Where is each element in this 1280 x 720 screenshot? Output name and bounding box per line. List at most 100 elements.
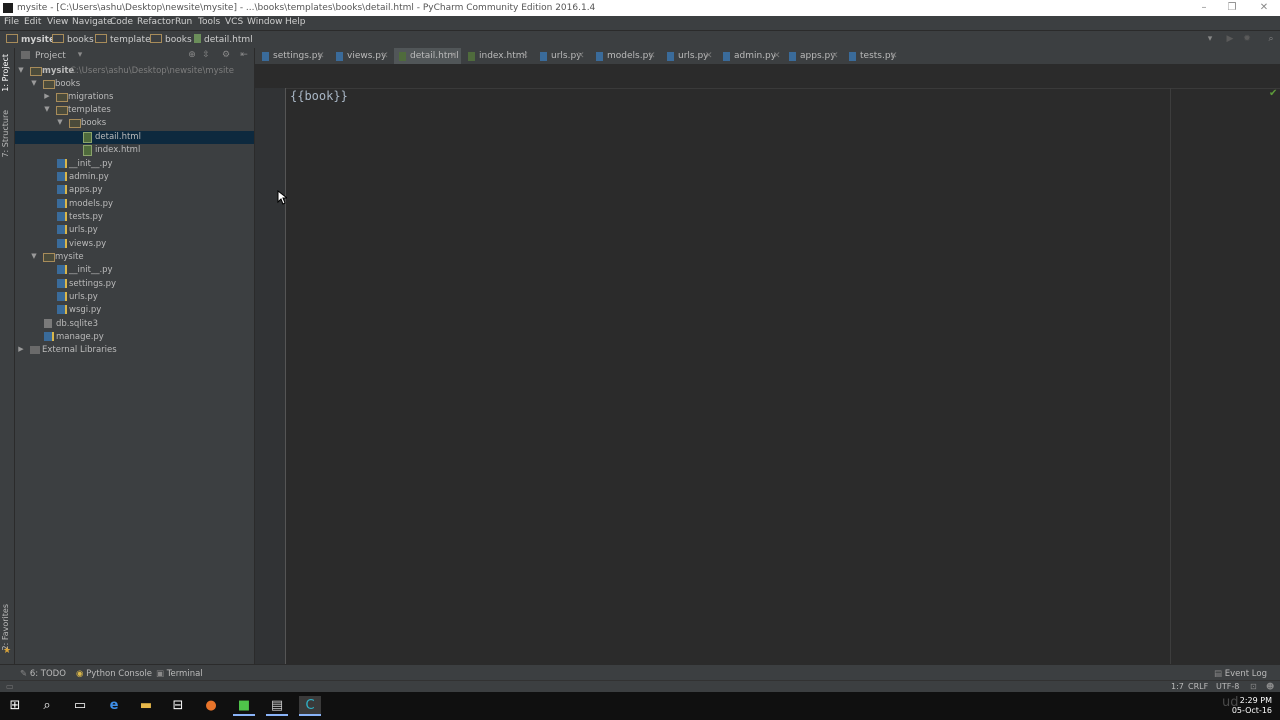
inspector-icon[interactable]: ☻ <box>1266 682 1274 691</box>
menu-help[interactable]: Help <box>285 17 306 27</box>
chevron-down-icon[interactable]: ▾ <box>75 50 85 60</box>
tree-item-apps-py[interactable]: apps.py <box>15 184 254 197</box>
file-encoding[interactable]: UTF-8 <box>1216 682 1239 691</box>
start-icon[interactable]: ⊞ <box>4 696 26 716</box>
menu-edit[interactable]: Edit <box>24 17 41 27</box>
tree-item-urls-py[interactable]: urls.py <box>15 291 254 304</box>
collapse-icon[interactable]: ⇳ <box>201 50 211 60</box>
run-icon[interactable]: ▶ <box>1224 34 1236 45</box>
edge-icon[interactable]: e <box>103 696 125 716</box>
firefox-icon[interactable]: ● <box>200 696 222 716</box>
todo-button[interactable]: ✎ 6: TODO <box>20 669 66 679</box>
menu-view[interactable]: View <box>47 17 68 27</box>
editor-gutter[interactable] <box>255 88 286 664</box>
tab-index-html[interactable]: index.html ✕ <box>463 48 533 64</box>
tab-detail-html[interactable]: detail.html ✕ <box>394 48 461 64</box>
tab-project[interactable]: 1: Project <box>1 54 10 92</box>
tree-item-mysite-package[interactable]: ▼ mysite <box>15 251 254 264</box>
close-tab-icon[interactable]: ✕ <box>381 51 389 61</box>
close-tab-icon[interactable]: ✕ <box>773 51 781 61</box>
task-view-icon[interactable]: ▭ <box>69 696 91 716</box>
tab-views-py[interactable]: views.py ✕ <box>331 48 393 64</box>
expanded-arrow-icon[interactable]: ▼ <box>30 252 38 260</box>
menu-window[interactable]: Window <box>247 17 283 27</box>
minimize-icon[interactable]: – <box>1198 2 1210 14</box>
tree-item-migrations[interactable]: ▶ migrations <box>15 91 254 104</box>
file-explorer-icon[interactable]: ▬ <box>135 696 157 716</box>
close-icon[interactable]: ✕ <box>1258 2 1270 14</box>
tree-item-settings-py[interactable]: settings.py <box>15 278 254 291</box>
expanded-arrow-icon[interactable]: ▼ <box>56 118 64 126</box>
tree-item-index-html[interactable]: index.html <box>15 144 254 157</box>
cmd-icon[interactable]: ▤ <box>266 696 288 716</box>
tab-urls-py-2[interactable]: urls.py ✕ <box>662 48 716 64</box>
search-icon[interactable]: ⌕ <box>36 696 58 716</box>
collapsed-arrow-icon[interactable]: ▶ <box>17 345 25 353</box>
code-line[interactable]: {{book}} <box>290 89 348 103</box>
tab-structure[interactable]: 7: Structure <box>1 110 10 158</box>
close-tab-icon[interactable]: ✕ <box>831 51 839 61</box>
tab-tests-py[interactable]: tests.py ✕ <box>844 48 902 64</box>
menu-tools[interactable]: Tools <box>198 17 220 27</box>
expanded-arrow-icon[interactable]: ▼ <box>43 105 51 113</box>
tree-item-urls-py[interactable]: urls.py <box>15 224 254 237</box>
breadcrumb-item[interactable]: books <box>150 34 192 45</box>
gear-icon[interactable]: ⚙ <box>221 50 231 60</box>
tree-item-admin-py[interactable]: admin.py <box>15 171 254 184</box>
menu-file[interactable]: File <box>4 17 19 27</box>
menu-run[interactable]: Run <box>175 17 192 27</box>
tool-windows-icon[interactable]: ▭ <box>6 682 14 691</box>
event-log-button[interactable]: ▤ Event Log <box>1214 669 1267 679</box>
menu-vcs[interactable]: VCS <box>225 17 243 27</box>
lock-icon[interactable]: ⊡ <box>1250 682 1257 691</box>
menu-refactor[interactable]: Refactor <box>137 17 175 27</box>
locate-icon[interactable]: ⊕ <box>187 50 197 60</box>
close-tab-icon[interactable]: ✕ <box>890 51 898 61</box>
tree-item-tests-py[interactable]: tests.py <box>15 211 254 224</box>
tree-item-detail-html[interactable]: detail.html <box>15 131 254 144</box>
restore-icon[interactable]: ❐ <box>1226 2 1238 14</box>
breadcrumb-item[interactable]: templates <box>95 34 155 45</box>
breadcrumb-item[interactable]: mysite <box>6 34 55 45</box>
close-tab-icon[interactable]: ✕ <box>577 51 585 61</box>
tree-item-books-templates[interactable]: ▼ books <box>15 117 254 130</box>
terminal-button[interactable]: ▣ Terminal <box>156 669 203 679</box>
pycharm-icon[interactable]: ■ <box>233 696 255 716</box>
debug-icon[interactable]: ✹ <box>1241 34 1253 45</box>
search-icon[interactable]: ⌕ <box>1265 34 1277 45</box>
collapsed-arrow-icon[interactable]: ▶ <box>43 92 51 100</box>
menu-code[interactable]: Code <box>110 17 133 27</box>
store-icon[interactable]: ⊟ <box>167 696 189 716</box>
app-icon[interactable]: C <box>299 696 321 716</box>
tree-item-wsgi-py[interactable]: wsgi.py <box>15 304 254 317</box>
tab-admin-py[interactable]: admin.py ✕ <box>718 48 782 64</box>
tree-item-mysite[interactable]: ▼ mysite C:\Users\ashu\Desktop\newsite\m… <box>15 65 254 78</box>
line-separator[interactable]: CRLF <box>1188 682 1208 691</box>
hide-icon[interactable]: ⇤ <box>239 50 249 60</box>
tree-item-init-py[interactable]: __init__.py <box>15 264 254 277</box>
menu-navigate[interactable]: Navigate <box>72 17 112 27</box>
expanded-arrow-icon[interactable]: ▼ <box>30 79 38 87</box>
tab-favorites[interactable]: 2: Favorites <box>1 604 10 650</box>
close-tab-icon[interactable]: ✕ <box>521 51 529 61</box>
close-tab-icon[interactable]: ✕ <box>450 51 458 61</box>
expanded-arrow-icon[interactable]: ▼ <box>17 66 25 74</box>
tree-item-books[interactable]: ▼ books <box>15 78 254 91</box>
tree-item-manage-py[interactable]: manage.py <box>15 331 254 344</box>
tree-item-models-py[interactable]: models.py <box>15 198 254 211</box>
tree-item-db-sqlite3[interactable]: db.sqlite3 <box>15 318 254 331</box>
caret-position[interactable]: 1:7 <box>1171 682 1184 691</box>
tree-item-views-py[interactable]: views.py <box>15 238 254 251</box>
breadcrumb-item[interactable]: detail.html <box>194 34 253 45</box>
close-tab-icon[interactable]: ✕ <box>705 51 713 61</box>
editor-area[interactable] <box>255 64 1280 664</box>
tab-models-py[interactable]: models.py ✕ <box>591 48 658 64</box>
tree-item-templates[interactable]: ▼ templates <box>15 104 254 117</box>
tree-item-external-libraries[interactable]: ▶ External Libraries <box>15 344 254 357</box>
tab-urls-py[interactable]: urls.py ✕ <box>535 48 589 64</box>
close-tab-icon[interactable]: ✕ <box>648 51 656 61</box>
tab-apps-py[interactable]: apps.py ✕ <box>784 48 840 64</box>
tree-item-init-py[interactable]: __init__.py <box>15 158 254 171</box>
project-view-selector[interactable]: Project <box>35 51 66 61</box>
run-config-dropdown-icon[interactable]: ▾ <box>1204 34 1216 45</box>
